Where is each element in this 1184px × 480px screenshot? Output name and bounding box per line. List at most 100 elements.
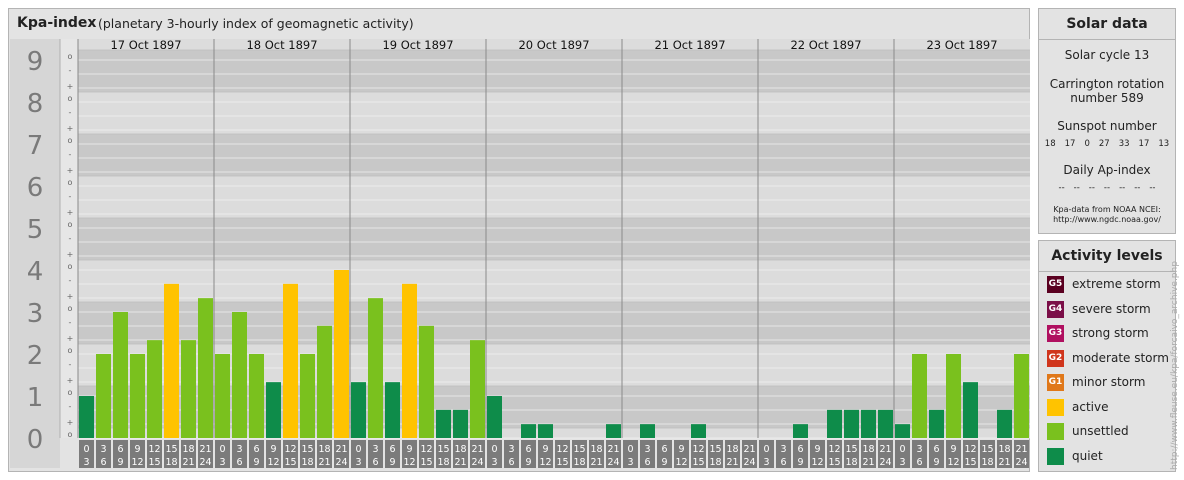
activity-level-label: extreme storm [1072,277,1161,291]
interval-start-label: 0 [899,444,905,455]
kp-bar [283,283,298,438]
grid-band [78,218,1030,260]
interval-end-label: 12 [675,457,687,468]
interval-start-label: 9 [134,444,140,455]
interval-start-label: 6 [661,444,667,455]
kp-bar [266,382,281,438]
ap-value: -- [1134,183,1141,193]
kp-bar [317,325,332,438]
interval-end-label: 18 [573,457,585,468]
ap-value: -- [1058,183,1065,193]
interval-end-label: 18 [165,457,177,468]
interval-start-label: 12 [828,444,840,455]
sub-tick-label: o [68,388,73,397]
interval-end-label: 15 [148,457,160,468]
interval-end-label: 6 [916,457,922,468]
kp-bar [249,354,264,438]
interval-end-label: 3 [219,457,225,468]
kp-bar [606,424,621,438]
kp-bar [402,283,417,438]
sunspot-values: 18 17 0 27 33 17 13 [1039,139,1175,149]
interval-end-label: 9 [933,457,939,468]
interval-end-label: 9 [117,457,123,468]
interval-end-label: 24 [1015,457,1027,468]
grid-band [78,260,1030,302]
kp-bar [385,382,400,438]
source-link[interactable]: http://www.ngdc.noaa.gov/ [1039,215,1175,225]
interval-start-label: 12 [556,444,568,455]
kp-bar [130,354,145,438]
interval-start-label: 18 [454,444,466,455]
sunspot-value: 17 [1064,139,1076,149]
kp-bar [827,409,842,438]
kp-bar [147,340,162,438]
kp-bar [232,312,247,438]
interval-start-label: 18 [998,444,1010,455]
interval-start-label: 3 [100,444,106,455]
interval-start-label: 18 [318,444,330,455]
interval-start-label: 3 [644,444,650,455]
interval-end-label: 21 [590,457,602,468]
activity-level-swatch [1047,447,1064,465]
kp-bar [844,409,859,438]
sub-tick-label: + [67,82,74,91]
interval-start-label: 12 [284,444,296,455]
interval-end-label: 12 [403,457,415,468]
sub-tick-label: - [69,108,72,117]
ap-values: -- -- -- -- -- -- -- [1039,183,1175,193]
sub-tick-label: + [67,208,74,217]
y-tick-label: 8 [27,89,44,119]
sub-tick-label: + [67,334,74,343]
day-label: 17 Oct 1897 [110,38,181,52]
solar-data-title: Solar data [1039,9,1175,40]
interval-start-label: 21 [199,444,211,455]
sub-tick-label: o [68,430,73,439]
interval-start-label: 6 [253,444,259,455]
interval-start-label: 0 [355,444,361,455]
kp-bar [79,396,94,438]
kp-bar [198,298,213,438]
interval-end-label: 18 [301,457,313,468]
interval-end-label: 21 [454,457,466,468]
interval-end-label: 24 [607,457,619,468]
solar-cycle: Solar cycle 13 [1064,48,1150,62]
interval-start-label: 15 [845,444,857,455]
interval-start-label: 18 [862,444,874,455]
sub-tick-label: + [67,250,74,259]
interval-end-label: 15 [692,457,704,468]
sub-tick-label: - [69,66,72,75]
sub-tick-label: + [67,292,74,301]
kp-bar [300,354,315,438]
sunspot-value: 27 [1098,139,1110,149]
day-label: 19 Oct 1897 [382,38,453,52]
y-tick-label: 1 [27,383,44,413]
day-label: 18 Oct 1897 [246,38,317,52]
interval-end-label: 3 [355,457,361,468]
activity-levels-title: Activity levels [1039,241,1175,272]
kp-bar [164,283,179,438]
activity-level-swatch [1047,423,1064,440]
grid-band [78,50,1030,92]
kpa-bar-chart: 0123456789o+o+-o+-o+-o+-o+-o+-o+-o+-o-17… [10,38,1030,468]
interval-start-label: 3 [236,444,242,455]
credit-url: http://www.fleuse.eu/kpa/forcaivo_archiv… [1170,261,1180,470]
interval-start-label: 6 [117,444,123,455]
y-tick-label: 4 [27,257,44,287]
activity-level-swatch: G5 [1047,276,1064,293]
kp-bar [113,312,128,438]
interval-start-label: 0 [83,444,89,455]
sunspot-value: 33 [1118,139,1130,149]
interval-end-label: 9 [525,457,531,468]
activity-level-swatch: G3 [1047,325,1064,342]
sunspot-title: Sunspot number [1057,119,1157,133]
y-tick-label: 0 [27,425,44,455]
kp-bar [895,424,910,438]
interval-start-label: 9 [950,444,956,455]
interval-start-label: 21 [1015,444,1027,455]
sub-tick-label: o [68,178,73,187]
interval-start-label: 21 [879,444,891,455]
interval-start-label: 12 [420,444,432,455]
interval-end-label: 24 [199,457,211,468]
sunspot-value: 18 [1044,139,1056,149]
interval-start-label: 6 [389,444,395,455]
